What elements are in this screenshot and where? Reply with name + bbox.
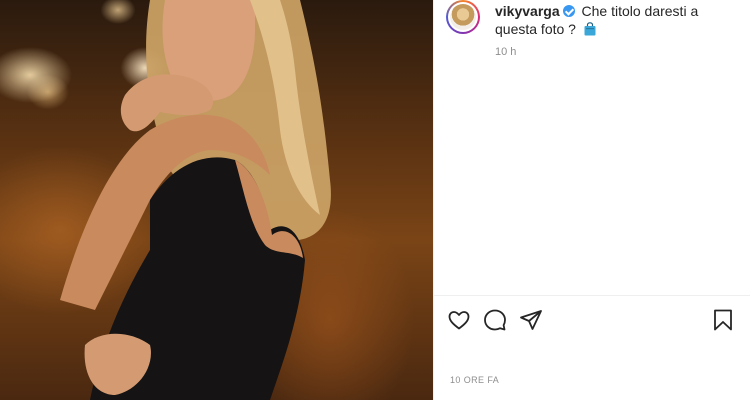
bookmark-icon xyxy=(714,309,732,331)
avatar[interactable] xyxy=(446,0,480,34)
post-caption: vikyvarga Che titolo daresti a questa fo… xyxy=(495,2,735,38)
save-button[interactable] xyxy=(710,307,736,333)
avatar-image xyxy=(450,4,476,30)
actions-divider xyxy=(434,295,750,296)
verified-badge-icon xyxy=(562,5,575,17)
post-photo[interactable] xyxy=(0,0,433,400)
photo-illustration xyxy=(60,0,331,400)
action-bar xyxy=(446,307,738,335)
post-date: 10 ORE FA xyxy=(450,375,500,385)
like-button[interactable] xyxy=(446,307,472,333)
heart-icon xyxy=(448,311,470,330)
comment-icon xyxy=(484,309,506,331)
post-side-panel: vikyvarga Che titolo daresti a questa fo… xyxy=(434,0,750,400)
paper-plane-icon xyxy=(520,310,542,330)
post-time: 10 h xyxy=(495,46,517,58)
share-button[interactable] xyxy=(518,307,544,333)
shopping-bag-icon xyxy=(584,22,596,36)
comment-button[interactable] xyxy=(482,307,508,333)
username-link[interactable]: vikyvarga xyxy=(495,3,560,19)
